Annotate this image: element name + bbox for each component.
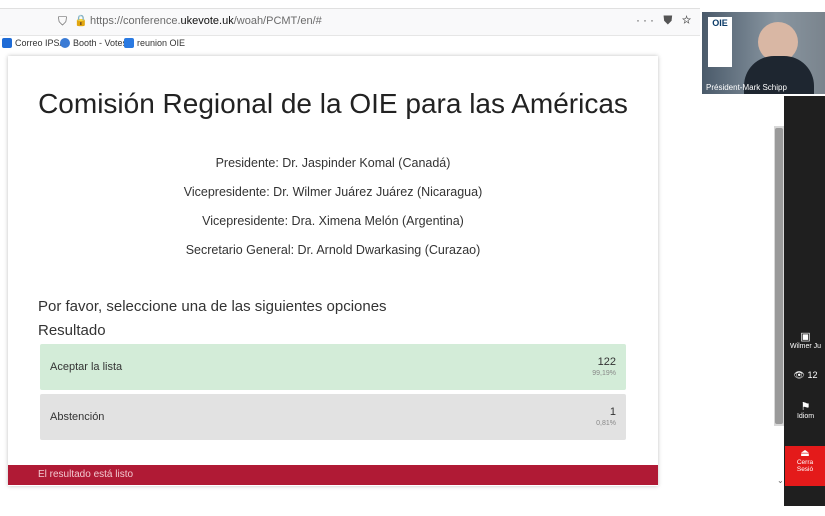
option-accept-list: Aceptar la lista 122 99,19% (40, 344, 626, 390)
close-session-button[interactable]: ⏏ Cerra Sesió (785, 446, 825, 486)
option-count: 122 (597, 356, 616, 368)
side-panel (784, 96, 825, 506)
option-count: 1 (609, 406, 616, 418)
more-icon[interactable]: ··· (636, 13, 657, 27)
flag-icon: ⚑ (800, 401, 811, 413)
option-abstention: Abstención 1 0,81% (40, 394, 626, 440)
eye-icon: 👁 (793, 370, 805, 380)
participant-item[interactable]: ▣ Wilmer Ju (786, 330, 825, 350)
option-percent: 99,19% (592, 370, 616, 377)
scrollbar-thumb[interactable] (775, 128, 783, 424)
url-actions: ··· ⛊ ☆ (636, 13, 694, 28)
oie-logo-text: OIE (712, 18, 728, 28)
option-percent: 0,81% (596, 420, 616, 427)
exit-icon: ⏏ (800, 448, 810, 459)
option-label: Aceptar la lista (50, 361, 123, 373)
officer-secretary-general: Secretario General: Dr. Arnold Dwarkasin… (185, 243, 481, 257)
speaker-name: Président-Mark Schipp (706, 83, 787, 92)
participant-name: Wilmer Ju (789, 343, 822, 350)
meeting-icon (124, 38, 134, 48)
officer-vice-president-1: Vicepresidente: Dr. Wilmer Juárez Juárez… (183, 185, 483, 199)
result-heading: Resultado (38, 322, 106, 339)
url-domain: ukevote.uk (180, 15, 234, 27)
mail-icon (2, 38, 12, 48)
bookmarks-bar: Correo IPSA Booth - Votes reunion OIE (0, 36, 700, 52)
bookmark-label: Booth - Votes (73, 38, 128, 48)
url-suffix: /woah/PCMT/en/# (233, 15, 322, 27)
speaker-video[interactable]: OIE Président-Mark Schipp (702, 12, 825, 94)
pocket-icon[interactable]: ⛊ (663, 13, 675, 27)
bookmark-booth-votes[interactable]: Booth - Votes (60, 38, 127, 48)
bookmark-correo-ipsa[interactable]: Correo IPSA (2, 38, 66, 48)
language-label: Idiom (796, 413, 815, 420)
lock-icon[interactable]: 🔒 (74, 14, 88, 27)
bookmark-reunion-oie[interactable]: reunion OIE (124, 38, 185, 48)
bookmark-label: Correo IPSA (15, 38, 66, 48)
shield-icon[interactable]: ⛉ (58, 14, 67, 29)
vote-results-page: Comisión Regional de la OIE para las Amé… (8, 56, 658, 486)
url-text[interactable]: https://conference.ukevote.uk/woah/PCMT/… (90, 15, 322, 27)
vote-prompt: Por favor, seleccione una de las siguien… (38, 298, 387, 315)
officer-president: Presidente: Dr. Jaspinder Komal (Canadá) (215, 156, 451, 170)
result-ready-banner: El resultado está listo (8, 465, 658, 485)
close-label-2: Sesió (796, 466, 814, 473)
globe-icon (60, 38, 70, 48)
star-icon[interactable]: ☆ (682, 13, 695, 27)
viewer-count: 12 (807, 370, 818, 380)
officer-vice-president-2: Vicepresidente: Dra. Ximena Melón (Argen… (202, 214, 464, 228)
viewers-item: 👁 12 (786, 370, 825, 381)
browser-url-bar[interactable]: ⛉ 🔒 https://conference.ukevote.uk/woah/P… (0, 8, 700, 36)
banner-text: El resultado está listo (38, 469, 134, 480)
chevron-down-icon[interactable]: ⌄ (777, 476, 784, 485)
language-item[interactable]: ⚑ Idiom (786, 400, 825, 420)
officers-list: Presidente: Dr. Jaspinder Komal (Canadá)… (8, 156, 658, 272)
page-title: Comisión Regional de la OIE para las Amé… (38, 88, 628, 119)
bookmark-label: reunion OIE (137, 38, 186, 48)
url-prefix: https://conference. (90, 15, 181, 27)
id-card-icon: ▣ (800, 331, 811, 343)
option-label: Abstención (50, 411, 105, 423)
close-label-1: Cerra (796, 459, 814, 466)
